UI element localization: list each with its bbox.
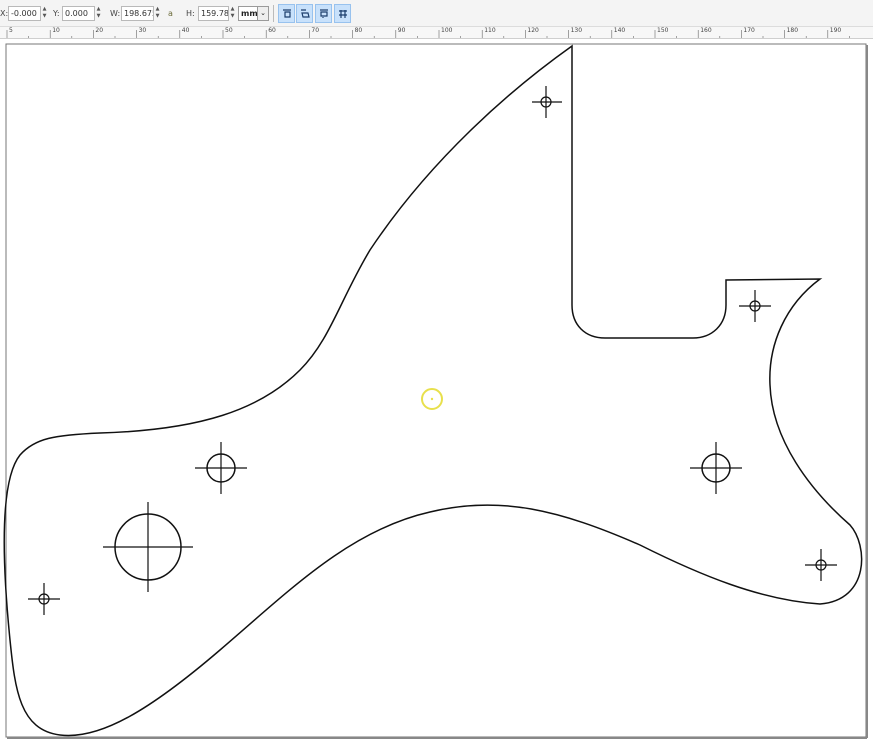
x-spinner[interactable]: ▲ ▼ bbox=[41, 6, 48, 21]
ruler-label: 50 bbox=[225, 27, 233, 34]
ruler-label: 80 bbox=[354, 27, 363, 34]
y-label: Y: bbox=[53, 9, 60, 18]
control-hole-large[interactable] bbox=[103, 502, 193, 592]
ruler-label: 60 bbox=[268, 27, 276, 34]
canvas-svg bbox=[3, 43, 868, 739]
ruler-label: 110 bbox=[484, 27, 496, 34]
drawing-canvas[interactable] bbox=[0, 39, 873, 744]
y-input[interactable]: 0.000 bbox=[62, 6, 95, 21]
h-spinner[interactable]: ▲ ▼ bbox=[229, 6, 236, 21]
toolbar-separator bbox=[273, 5, 274, 22]
align-rotate-button[interactable] bbox=[296, 4, 313, 23]
w-input[interactable]: 198.675 bbox=[121, 6, 154, 21]
ruler-label: 190 bbox=[829, 27, 842, 34]
h-label: H: bbox=[186, 9, 195, 18]
mounting-hole-bottom-left[interactable] bbox=[28, 583, 60, 615]
align-rotate-icon bbox=[301, 9, 310, 18]
ruler-ticks bbox=[6, 30, 850, 38]
rotation-center-dot bbox=[430, 397, 434, 401]
ruler-label: 140 bbox=[613, 27, 626, 34]
align-grid-button[interactable] bbox=[334, 4, 351, 23]
ruler-label: 150 bbox=[657, 27, 669, 34]
w-label: W: bbox=[110, 9, 121, 18]
unit-select[interactable]: mm ⌄ bbox=[238, 6, 269, 21]
pickguard-outline[interactable] bbox=[3, 44, 863, 737]
lock-icon[interactable]: a bbox=[168, 9, 173, 18]
chevron-down-icon: ⌄ bbox=[257, 7, 268, 20]
tool-controls-bar: X: -0.000 ▲ ▼ Y: 0.000 ▲ ▼ W: 198.675 ▲ ▼ a… bbox=[0, 0, 873, 27]
mounting-hole-top[interactable] bbox=[532, 86, 562, 118]
ruler-label: 40 bbox=[181, 27, 190, 34]
ruler-label: 90 bbox=[397, 27, 406, 34]
ruler-label: 180 bbox=[786, 27, 799, 34]
align-top-icon bbox=[283, 9, 291, 18]
ruler-label: 70 bbox=[311, 27, 320, 34]
align-top-button[interactable] bbox=[278, 4, 295, 23]
align-bottom-button[interactable] bbox=[315, 4, 332, 23]
mounting-hole-right-upper[interactable] bbox=[739, 290, 771, 322]
ruler-label: 120 bbox=[527, 27, 539, 34]
ruler-label: 30 bbox=[138, 27, 147, 34]
ruler-label: 20 bbox=[95, 27, 104, 34]
h-input[interactable]: 159.789 bbox=[198, 6, 229, 21]
ruler-label: 100 bbox=[441, 27, 453, 34]
ruler-label: 5 bbox=[9, 27, 13, 34]
x-input[interactable]: -0.000 bbox=[8, 6, 41, 21]
ruler-label: 170 bbox=[743, 27, 755, 34]
unit-value: mm bbox=[241, 9, 258, 18]
ruler-label: 130 bbox=[570, 27, 583, 34]
mounting-hole-left-mid[interactable] bbox=[195, 442, 247, 494]
ruler-label: 160 bbox=[700, 27, 712, 34]
horizontal-ruler[interactable]: 5 10 20 30 40 50 60 70 80 90 100 110 120 130 140 150 160… bbox=[0, 27, 873, 39]
x-label: X: bbox=[0, 9, 9, 18]
mounting-hole-right-mid[interactable] bbox=[690, 442, 742, 494]
ruler-label: 10 bbox=[52, 27, 60, 34]
align-grid-icon bbox=[339, 10, 347, 18]
y-spinner[interactable]: ▲ ▼ bbox=[95, 6, 102, 21]
w-spinner[interactable]: ▲ ▼ bbox=[154, 6, 161, 21]
align-bottom-icon bbox=[320, 9, 328, 18]
mounting-hole-bottom-right[interactable] bbox=[805, 549, 837, 581]
